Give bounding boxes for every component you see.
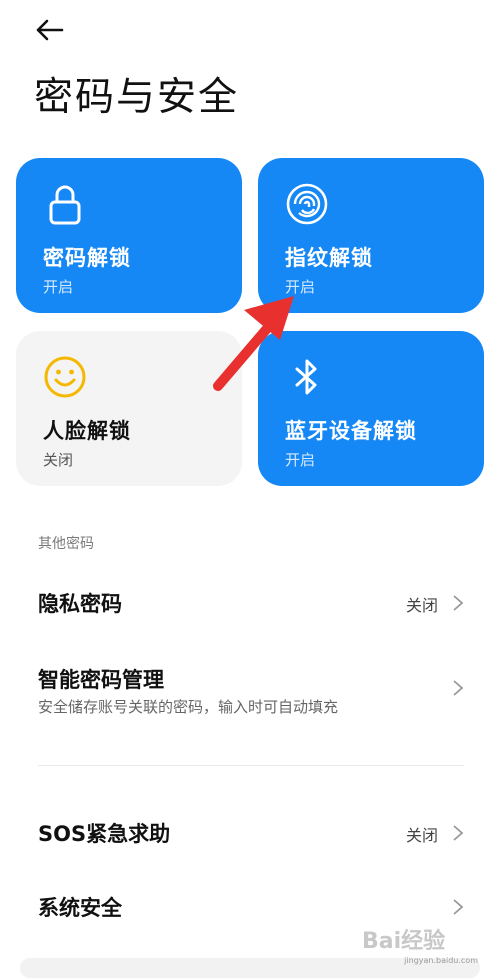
card-status: 开启 [285,278,316,296]
row-privacy-password[interactable]: 隐私密码 关闭 [0,570,500,634]
lock-icon [49,185,81,225]
row-smart-password-manager[interactable]: 智能密码管理 安全储存账号关联的密码，输入时可自动填充 [0,650,500,732]
smiley-face-icon [44,356,86,398]
row-title: 系统安全 [38,896,122,920]
row-title: 隐私密码 [38,592,122,616]
card-title: 指纹解锁 [285,246,373,270]
page-title: 密码与安全 [34,75,240,120]
chevron-right-icon [453,825,464,841]
row-value: 关闭 [405,826,438,845]
row-title: 智能密码管理 [38,668,164,692]
chevron-right-icon [453,899,464,915]
fingerprint-icon [286,183,328,225]
card-title: 人脸解锁 [43,419,131,443]
row-title: SOS紧急求助 [38,822,171,846]
card-title: 密码解锁 [43,246,131,270]
back-button[interactable] [34,12,74,48]
card-status: 关闭 [43,451,74,469]
watermark-url: jingyan.baidu.com [404,956,478,965]
card-status: 开启 [285,451,316,469]
card-password-unlock[interactable]: 密码解锁 开启 [16,158,242,313]
divider [38,765,464,766]
chevron-right-icon [453,680,464,696]
row-sos-emergency[interactable]: SOS紧急求助 关闭 [0,800,500,864]
section-label: 其他密码 [38,536,94,552]
card-fingerprint-unlock[interactable]: 指纹解锁 开启 [258,158,484,313]
bluetooth-icon [295,359,317,395]
card-title: 蓝牙设备解锁 [285,419,417,443]
arrow-left-icon [36,19,64,41]
card-bluetooth-unlock[interactable]: 蓝牙设备解锁 开启 [258,331,484,486]
card-face-unlock[interactable]: 人脸解锁 关闭 [16,331,242,486]
watermark-text: Bai经验 [362,928,445,954]
card-status: 开启 [43,278,74,296]
row-subtitle: 安全储存账号关联的密码，输入时可自动填充 [38,698,339,716]
row-value: 关闭 [405,596,438,615]
chevron-right-icon [453,595,464,611]
